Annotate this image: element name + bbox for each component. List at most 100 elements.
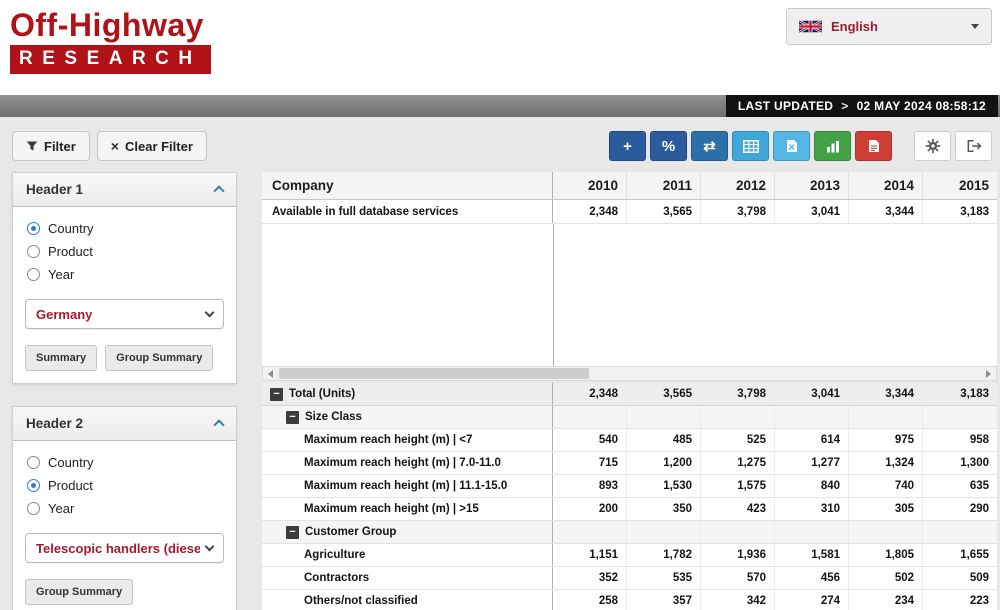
cell-value: 635 bbox=[923, 475, 997, 497]
table-row[interactable]: Maximum reach height (m) | 11.1-15.0 893… bbox=[262, 475, 997, 498]
radio-option-year[interactable]: Year bbox=[13, 263, 236, 286]
column-header-2014[interactable]: 2014 bbox=[849, 172, 923, 199]
table-row-total[interactable]: Total (Units) 2,348 3,565 3,798 3,041 3,… bbox=[262, 383, 997, 406]
filter-funnel-icon bbox=[26, 140, 38, 152]
table-row-available[interactable]: Available in full database services 2,34… bbox=[262, 200, 997, 224]
percent-button[interactable]: % bbox=[650, 131, 687, 161]
panel-body: Country Product Year Telescopic handlers… bbox=[13, 441, 236, 610]
cell-value: 3,565 bbox=[627, 383, 701, 405]
chevron-down-icon bbox=[205, 308, 215, 318]
column-header-2015[interactable]: 2015 bbox=[923, 172, 997, 199]
column-header-company[interactable]: Company bbox=[262, 172, 553, 199]
cell-value: 342 bbox=[701, 590, 775, 610]
settings-button[interactable] bbox=[914, 131, 951, 161]
cell-value: 234 bbox=[849, 590, 923, 610]
row-label: Maximum reach height (m) | <7 bbox=[304, 434, 472, 446]
cell-value: 975 bbox=[849, 429, 923, 451]
summary-button[interactable]: Summary bbox=[25, 345, 97, 371]
cell-value: 3,183 bbox=[923, 383, 997, 405]
radio-label: Year bbox=[48, 267, 74, 282]
column-header-2013[interactable]: 2013 bbox=[775, 172, 849, 199]
table-grid-icon bbox=[743, 140, 759, 153]
scroll-right-arrow[interactable] bbox=[981, 367, 996, 380]
language-label: English bbox=[831, 19, 971, 34]
table-row[interactable]: Maximum reach height (m) | 7.0-11.0 715 … bbox=[262, 452, 997, 475]
column-header-2011[interactable]: 2011 bbox=[627, 172, 701, 199]
actions-toolbar: Filter × Clear Filter + % ⇄ bbox=[12, 130, 992, 162]
brand-subtitle: RESEARCH bbox=[10, 45, 211, 74]
table-row[interactable]: Contractors 352 535 570 456 502 509 bbox=[262, 567, 997, 590]
collapse-icon[interactable] bbox=[286, 411, 299, 424]
radio-option-year[interactable]: Year bbox=[13, 497, 236, 520]
cell-value: 423 bbox=[701, 498, 775, 520]
chevron-up-icon[interactable] bbox=[213, 419, 224, 430]
cell-value: 2,348 bbox=[553, 200, 627, 223]
product-dropdown[interactable]: Telescopic handlers (diesel) bbox=[25, 533, 224, 563]
filter-sidebar: Header 1 Country Product Year Germany bbox=[12, 172, 237, 610]
panel-header2-titlebar[interactable]: Header 2 bbox=[13, 407, 236, 441]
chevron-up-icon[interactable] bbox=[213, 185, 224, 196]
logout-button[interactable] bbox=[955, 131, 992, 161]
radio-option-country[interactable]: Country bbox=[13, 451, 236, 474]
cell-value: 485 bbox=[627, 429, 701, 451]
table-row[interactable]: Agriculture 1,151 1,782 1,936 1,581 1,80… bbox=[262, 544, 997, 567]
radio-option-country[interactable]: Country bbox=[13, 217, 236, 240]
country-dropdown[interactable]: Germany bbox=[25, 299, 224, 329]
last-updated-value: 02 MAY 2024 08:58:12 bbox=[857, 99, 986, 113]
cell-value: 1,805 bbox=[849, 544, 923, 566]
cell-value: 2,348 bbox=[553, 383, 627, 405]
radio-option-product[interactable]: Product bbox=[13, 240, 236, 263]
cell-value: 3,183 bbox=[923, 200, 997, 223]
table-row[interactable]: Maximum reach height (m) | <7 540 485 52… bbox=[262, 429, 997, 452]
cell-value: 310 bbox=[775, 498, 849, 520]
row-label: Available in full database services bbox=[272, 206, 458, 218]
language-selector[interactable]: English bbox=[786, 8, 992, 45]
scrollbar-thumb[interactable] bbox=[279, 368, 589, 379]
uk-flag-icon bbox=[799, 20, 822, 33]
cell-value: 3,798 bbox=[701, 200, 775, 223]
cell-value: 502 bbox=[849, 567, 923, 589]
scroll-left-arrow[interactable] bbox=[263, 367, 278, 380]
last-updated: LAST UPDATED > 02 MAY 2024 08:58:12 bbox=[726, 95, 998, 117]
table-row-customer-group[interactable]: Customer Group bbox=[262, 521, 997, 544]
status-bar: LAST UPDATED > 02 MAY 2024 08:58:12 bbox=[0, 95, 1000, 117]
column-header-2010[interactable]: 2010 bbox=[553, 172, 627, 199]
radio-icon bbox=[27, 456, 40, 469]
last-updated-label: LAST UPDATED bbox=[738, 99, 833, 113]
radio-icon bbox=[27, 245, 40, 258]
table-view-button[interactable] bbox=[732, 131, 769, 161]
cell-value: 350 bbox=[627, 498, 701, 520]
chevron-right-icon: > bbox=[841, 99, 848, 113]
cell-value: 3,041 bbox=[775, 200, 849, 223]
group-summary-button[interactable]: Group Summary bbox=[105, 345, 213, 371]
row-label: Total (Units) bbox=[289, 388, 355, 400]
filter-button[interactable]: Filter bbox=[12, 131, 90, 161]
column-header-2012[interactable]: 2012 bbox=[701, 172, 775, 199]
table-row[interactable]: Maximum reach height (m) | >15 200 350 4… bbox=[262, 498, 997, 521]
collapse-icon[interactable] bbox=[270, 388, 283, 401]
row-label: Size Class bbox=[305, 411, 362, 423]
add-button[interactable]: + bbox=[609, 131, 646, 161]
swap-columns-button[interactable]: ⇄ bbox=[691, 131, 728, 161]
cell-value: 715 bbox=[553, 452, 627, 474]
cell-value: 305 bbox=[849, 498, 923, 520]
cell-value: 3,041 bbox=[775, 383, 849, 405]
cell-value: 274 bbox=[775, 590, 849, 610]
horizontal-scrollbar[interactable] bbox=[262, 366, 997, 381]
cell-value: 893 bbox=[553, 475, 627, 497]
export-pdf-button[interactable] bbox=[855, 131, 892, 161]
panel-title: Header 2 bbox=[26, 416, 83, 431]
radio-option-product[interactable]: Product bbox=[13, 474, 236, 497]
panel-header1-titlebar[interactable]: Header 1 bbox=[13, 173, 236, 207]
cell-value: 1,300 bbox=[923, 452, 997, 474]
cell-value: 740 bbox=[849, 475, 923, 497]
group-summary-button[interactable]: Group Summary bbox=[25, 579, 133, 605]
brand-name: Off-Highway bbox=[10, 7, 211, 43]
export-excel-button[interactable] bbox=[773, 131, 810, 161]
table-row[interactable]: Others/not classified 258 357 342 274 23… bbox=[262, 590, 997, 610]
cell-value: 352 bbox=[553, 567, 627, 589]
chart-view-button[interactable] bbox=[814, 131, 851, 161]
table-row-size-class[interactable]: Size Class bbox=[262, 406, 997, 429]
clear-filter-button[interactable]: × Clear Filter bbox=[97, 131, 207, 161]
collapse-icon[interactable] bbox=[286, 526, 299, 539]
